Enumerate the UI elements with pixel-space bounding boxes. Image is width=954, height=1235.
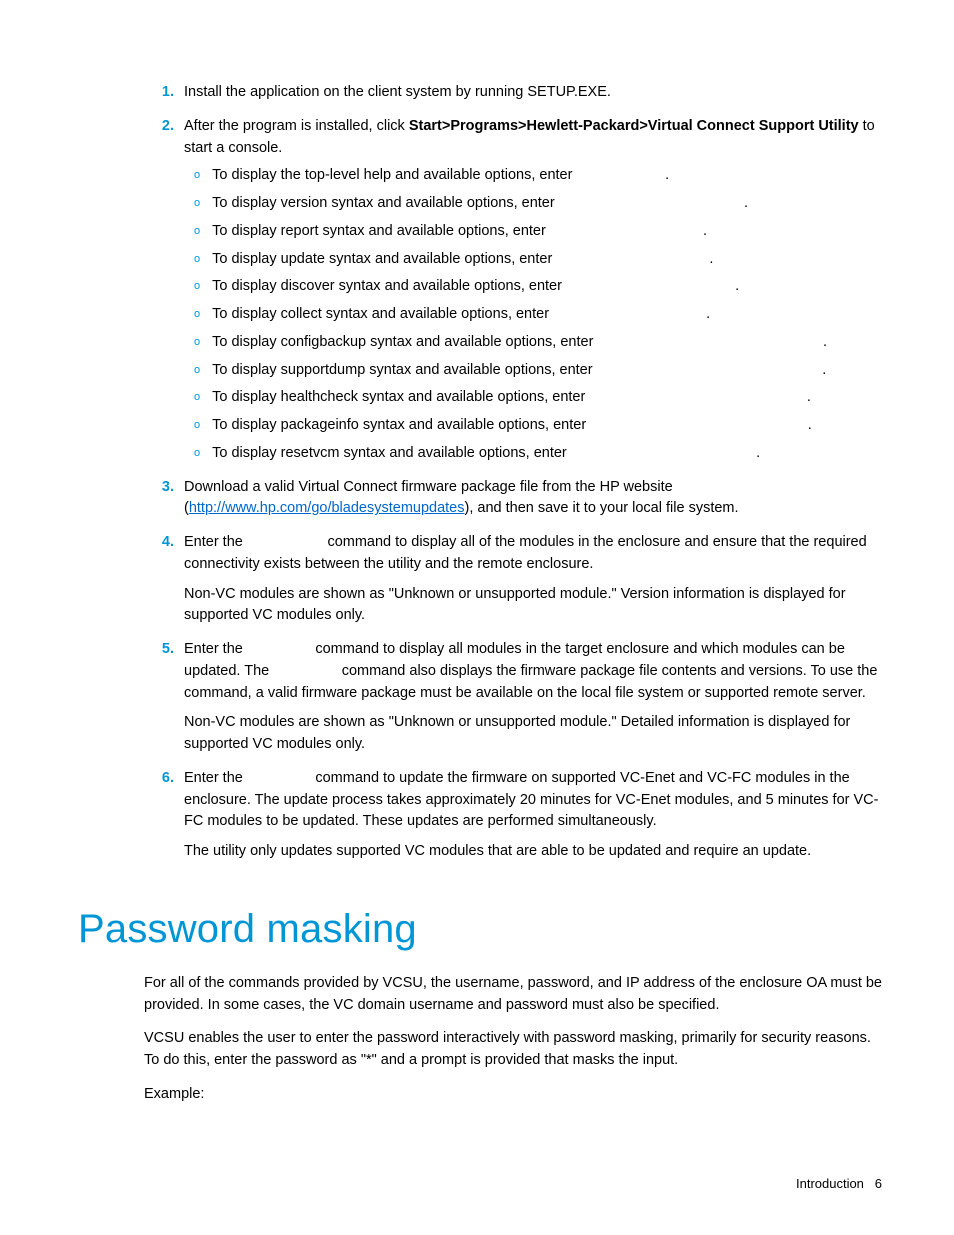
- sub-item: o To display collect syntax and available…: [194, 304, 882, 326]
- section-para: For all of the commands provided by VCSU…: [144, 973, 882, 1017]
- sub-text: To display packageinfo syntax and availa…: [212, 415, 882, 437]
- circle-bullet-icon: o: [194, 334, 200, 354]
- section-para: VCSU enables the user to enter the passw…: [144, 1028, 882, 1072]
- step-2: 2. After the program is installed, click…: [152, 116, 882, 471]
- text-suffix: ), and then save it to your local file s…: [465, 500, 739, 516]
- circle-bullet-icon: o: [194, 445, 200, 465]
- circle-bullet-icon: o: [194, 251, 200, 271]
- circle-bullet-icon: o: [194, 362, 200, 382]
- step-text: Enter the command to display all of the …: [184, 532, 882, 576]
- step-text: After the program is installed, click St…: [184, 116, 882, 160]
- sub-item: o To display report syntax and available …: [194, 221, 882, 243]
- page-footer: Introduction 6: [796, 1174, 882, 1194]
- step-number: 5.: [152, 639, 174, 762]
- sub-text: To display the top-level help and availa…: [212, 165, 882, 187]
- sub-item: o To display discover syntax and availabl…: [194, 276, 882, 298]
- sub-item: o To display resetvcm syntax and availabl…: [194, 443, 882, 465]
- step-number: 1.: [152, 82, 174, 110]
- ordered-list: 1. Install the application on the client…: [78, 82, 882, 869]
- step-6: 6. Enter the command to update the firmw…: [152, 768, 882, 869]
- section-para: Example:: [144, 1084, 882, 1106]
- step-5: 5. Enter the command to display all modu…: [152, 639, 882, 762]
- sub-list: o To display the top-level help and avail…: [184, 165, 882, 464]
- circle-bullet-icon: o: [194, 278, 200, 298]
- step-text: Install the application on the client sy…: [184, 82, 882, 104]
- sub-item: o To display healthcheck syntax and avail…: [194, 387, 882, 409]
- sub-item: o To display version syntax and available…: [194, 193, 882, 215]
- footer-page-number: 6: [875, 1176, 882, 1191]
- circle-bullet-icon: o: [194, 195, 200, 215]
- hp-updates-link[interactable]: http://www.hp.com/go/bladesystemupdates: [189, 500, 465, 516]
- sub-item: o To display configbackup syntax and avai…: [194, 332, 882, 354]
- sub-text: To display report syntax and available o…: [212, 221, 882, 243]
- sub-item: o To display the top-level help and avail…: [194, 165, 882, 187]
- section-body: For all of the commands provided by VCSU…: [144, 973, 882, 1106]
- section-heading: Password masking: [78, 899, 882, 959]
- step-text: The utility only updates supported VC mo…: [184, 841, 882, 863]
- sub-text: To display version syntax and available …: [212, 193, 882, 215]
- circle-bullet-icon: o: [194, 306, 200, 326]
- step-number: 2.: [152, 116, 174, 471]
- step-text: Enter the command to update the firmware…: [184, 768, 882, 833]
- menu-path-bold: Start>Programs>Hewlett-Packard>Virtual C…: [409, 118, 859, 134]
- step-text: Non-VC modules are shown as "Unknown or …: [184, 712, 882, 756]
- circle-bullet-icon: o: [194, 389, 200, 409]
- sub-text: To display healthcheck syntax and availa…: [212, 387, 882, 409]
- text-prefix: After the program is installed, click: [184, 118, 409, 134]
- step-text: Download a valid Virtual Connect firmwar…: [184, 477, 882, 521]
- step-text: Enter the command to display all modules…: [184, 639, 882, 704]
- circle-bullet-icon: o: [194, 167, 200, 187]
- circle-bullet-icon: o: [194, 417, 200, 437]
- sub-text: To display update syntax and available o…: [212, 249, 882, 271]
- sub-text: To display discover syntax and available…: [212, 276, 882, 298]
- sub-text: To display collect syntax and available …: [212, 304, 882, 326]
- sub-text: To display resetvcm syntax and available…: [212, 443, 882, 465]
- step-3: 3. Download a valid Virtual Connect firm…: [152, 477, 882, 527]
- step-number: 4.: [152, 532, 174, 633]
- circle-bullet-icon: o: [194, 223, 200, 243]
- step-1: 1. Install the application on the client…: [152, 82, 882, 110]
- step-number: 6.: [152, 768, 174, 869]
- footer-section-name: Introduction: [796, 1176, 864, 1191]
- step-number: 3.: [152, 477, 174, 527]
- sub-item: o To display packageinfo syntax and avail…: [194, 415, 882, 437]
- sub-item: o To display update syntax and available …: [194, 249, 882, 271]
- sub-text: To display supportdump syntax and availa…: [212, 360, 882, 382]
- step-4: 4. Enter the command to display all of t…: [152, 532, 882, 633]
- step-text: Non-VC modules are shown as "Unknown or …: [184, 584, 882, 628]
- sub-item: o To display supportdump syntax and avail…: [194, 360, 882, 382]
- sub-text: To display configbackup syntax and avail…: [212, 332, 882, 354]
